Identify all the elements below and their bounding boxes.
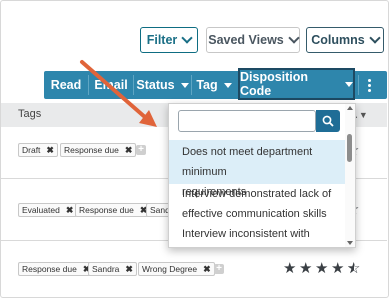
arrow-annotation-icon	[80, 60, 157, 127]
